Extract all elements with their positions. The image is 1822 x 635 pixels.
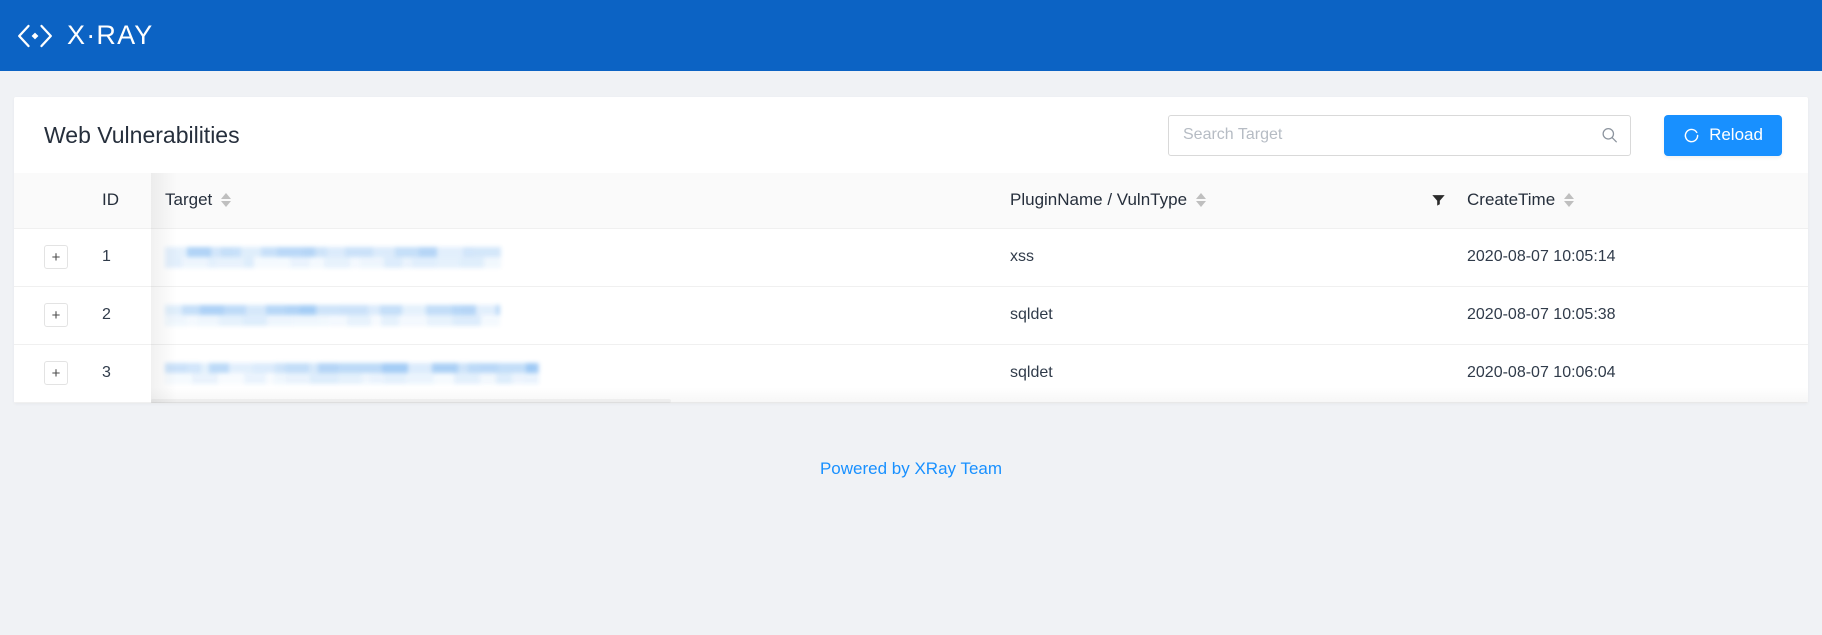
search-input[interactable]	[1168, 114, 1631, 156]
code-brackets-diamond-icon	[18, 24, 52, 47]
search-field-wrapper	[1168, 114, 1631, 156]
page-body: Web Vulnerabilities Reload	[0, 71, 1822, 479]
cell-target-redacted	[151, 286, 1006, 345]
table-body: +1 xss 2020-08-07 10:05:14 +2 sqldet 2020-08-…	[14, 228, 1808, 403]
vulnerabilities-card: Web Vulnerabilities Reload	[14, 97, 1808, 403]
table-row: +1 xss 2020-08-07 10:05:14	[14, 228, 1808, 287]
table-row: +2 sqldet 2020-08-07 10:05:38	[14, 286, 1808, 345]
column-header-expand	[14, 173, 89, 229]
vulnerabilities-table: ID Target PluginName / VulnType CreateTi…	[14, 173, 1808, 403]
cell-createtime: 2020-08-07 10:06:04	[1461, 344, 1808, 403]
cell-plugin-vulntype: sqldet	[1006, 344, 1416, 403]
sort-caret-icon[interactable]	[221, 193, 232, 208]
cell-id: 2	[89, 286, 151, 345]
expand-cell: +	[14, 228, 89, 287]
table-header: ID Target PluginName / VulnType CreateTi…	[14, 173, 1808, 229]
cell-filter-spacer	[1416, 286, 1461, 345]
filter-funnel-icon[interactable]	[1431, 193, 1446, 208]
reload-button-label: Reload	[1709, 125, 1763, 144]
column-header-id-label: ID	[102, 190, 119, 210]
redacted-target-value	[165, 304, 500, 326]
brand-name: X·RAY	[67, 20, 154, 50]
column-header-plugin-label: PluginName / VulnType	[1010, 190, 1188, 210]
cell-target-redacted	[151, 344, 1006, 403]
redacted-target-value	[165, 246, 501, 268]
sort-caret-icon[interactable]	[1196, 193, 1207, 208]
column-header-target[interactable]: Target	[151, 173, 1006, 229]
sort-caret-icon[interactable]	[1564, 193, 1575, 208]
column-header-createtime-label: CreateTime	[1467, 190, 1556, 210]
cell-filter-spacer	[1416, 344, 1461, 403]
expand-cell: +	[14, 344, 89, 403]
cell-plugin-vulntype: sqldet	[1006, 286, 1416, 345]
footer-credit-link[interactable]: Powered by XRay Team	[820, 459, 1002, 478]
refresh-icon	[1684, 128, 1699, 142]
expand-row-button[interactable]: +	[44, 303, 68, 327]
column-header-target-label: Target	[165, 190, 213, 210]
table-scroll-container[interactable]: ID Target PluginName / VulnType CreateTi…	[14, 173, 1808, 403]
cell-createtime: 2020-08-07 10:05:38	[1461, 286, 1808, 345]
cell-target-redacted	[151, 228, 1006, 287]
page-footer: Powered by XRay Team	[14, 403, 1808, 479]
table-row: +3 sqldet 2020-08-07 10:06:04	[14, 344, 1808, 403]
top-navigation-bar: X·RAY	[0, 0, 1822, 71]
reload-button[interactable]: Reload	[1664, 114, 1782, 156]
column-header-createtime[interactable]: CreateTime	[1461, 173, 1808, 229]
expand-row-button[interactable]: +	[44, 361, 68, 385]
cell-id: 1	[89, 228, 151, 287]
cell-filter-spacer	[1416, 228, 1461, 287]
cell-id: 3	[89, 344, 151, 403]
page-title: Web Vulnerabilities	[44, 121, 240, 148]
brand-logo[interactable]: X·RAY	[16, 22, 154, 49]
column-header-id: ID	[89, 173, 151, 229]
redacted-target-value	[165, 362, 539, 384]
column-header-plugin[interactable]: PluginName / VulnType	[1006, 173, 1416, 229]
expand-cell: +	[14, 286, 89, 345]
expand-row-button[interactable]: +	[44, 245, 68, 269]
cell-createtime: 2020-08-07 10:05:14	[1461, 228, 1808, 287]
card-header: Web Vulnerabilities Reload	[14, 97, 1808, 173]
card-header-actions: Reload	[1168, 114, 1782, 156]
cell-plugin-vulntype: xss	[1006, 228, 1416, 287]
column-header-filter[interactable]	[1416, 173, 1461, 229]
table-header-row: ID Target PluginName / VulnType CreateTi…	[14, 173, 1808, 229]
